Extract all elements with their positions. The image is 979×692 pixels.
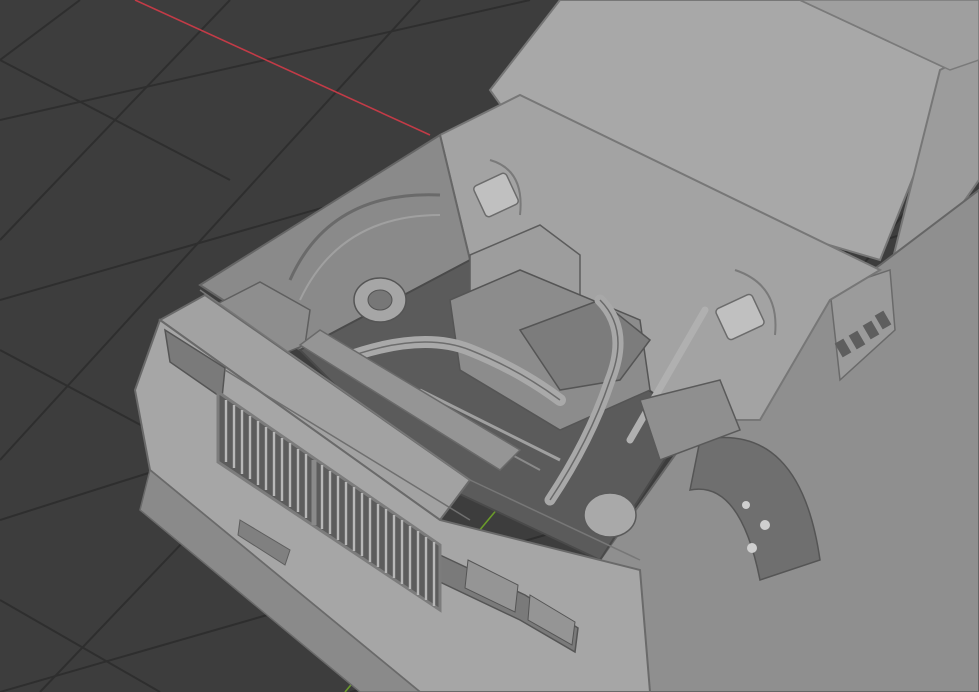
shock-absorber-top: [583, 492, 637, 538]
3d-viewport[interactable]: [0, 0, 979, 692]
viewport-canvas[interactable]: [0, 0, 979, 692]
wheel-lug-nut: [760, 520, 770, 530]
